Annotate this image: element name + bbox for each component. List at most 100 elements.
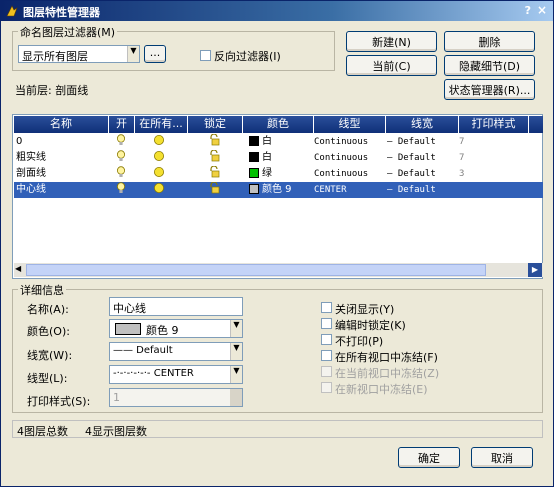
bulb-icon[interactable] xyxy=(116,166,130,182)
sun-icon[interactable] xyxy=(153,182,167,198)
option-checkbox xyxy=(321,382,332,393)
table-row[interactable]: 中心线 颜色 9 CENTER — Default xyxy=(14,182,543,198)
layer-name: 粗实线 xyxy=(16,152,46,163)
lock-icon[interactable] xyxy=(208,182,222,198)
col-header-name[interactable]: 名称 xyxy=(14,116,109,133)
layer-color-label: 颜色 9 xyxy=(262,184,292,195)
chevron-down-icon[interactable]: ▼ xyxy=(230,366,242,383)
filter-group-label: 命名图层过滤器(M) xyxy=(18,24,118,40)
reverse-filter-checkbox[interactable] xyxy=(200,50,211,61)
option-checkbox[interactable] xyxy=(321,334,332,345)
hide-details-button[interactable]: 隐藏细节(D) xyxy=(444,55,535,76)
layer-name: 中心线 xyxy=(16,184,46,195)
linetype-select[interactable]: -·-·-·-·-·- CENTER ▼ xyxy=(109,365,243,384)
layer-lineweight[interactable]: — Default xyxy=(387,166,457,182)
col-header-color[interactable]: 颜色 xyxy=(243,116,314,133)
plotstyle-label: 打印样式(S): xyxy=(27,395,91,408)
scroll-right-icon[interactable]: ▶ xyxy=(528,263,542,277)
details-group-label: 详细信息 xyxy=(18,282,66,298)
color-select[interactable]: 颜色 9 ▼ xyxy=(109,319,243,338)
lineweight-label: 线宽(W): xyxy=(27,349,73,362)
reverse-filter-label: 反向过滤器(I) xyxy=(214,50,281,63)
layer-color[interactable]: 颜色 9 xyxy=(249,182,313,198)
option-label: 不打印(P) xyxy=(335,335,384,348)
col-header-lineweight[interactable]: 线宽 xyxy=(386,116,459,133)
layer-list[interactable]: 名称 开 在所有... 锁定 颜色 线型 线宽 打印样式 0 白 Continuou… xyxy=(12,114,543,279)
table-row[interactable]: 0 白 Continuous — Default 7 xyxy=(14,134,543,150)
col-header-lock[interactable]: 锁定 xyxy=(188,116,243,133)
option-label: 关闭显示(Y) xyxy=(335,303,395,316)
col-header-freeze[interactable]: 在所有... xyxy=(135,116,188,133)
lineweight-select-value: —— Default xyxy=(113,345,173,356)
layer-color-label: 白 xyxy=(262,136,272,147)
col-header-plotstyle[interactable]: 打印样式 xyxy=(459,116,529,133)
lock-icon[interactable] xyxy=(208,166,222,182)
layer-name: 0 xyxy=(16,136,23,147)
chevron-down-icon[interactable]: ▼ xyxy=(127,46,139,62)
plotstyle-field: 1 xyxy=(109,388,243,407)
help-button[interactable]: ? xyxy=(525,4,531,17)
sun-icon[interactable] xyxy=(153,150,167,166)
layer-lineweight[interactable]: — Default xyxy=(387,150,457,166)
name-label: 名称(A): xyxy=(27,303,69,316)
option-checkbox[interactable] xyxy=(321,318,332,329)
ok-button[interactable]: 确定 xyxy=(398,447,460,468)
new-layer-button[interactable]: 新建(N) xyxy=(346,31,437,52)
layer-lineweight[interactable]: — Default xyxy=(387,182,457,198)
scroll-thumb[interactable] xyxy=(26,264,486,276)
filter-select[interactable]: 显示所有图层 ▼ xyxy=(18,45,140,63)
delete-layer-button[interactable]: 删除 xyxy=(444,31,535,52)
bulb-icon[interactable] xyxy=(116,150,130,166)
option-checkbox xyxy=(321,366,332,377)
layer-color[interactable]: 绿 xyxy=(249,166,313,182)
layer-color[interactable]: 白 xyxy=(249,150,313,166)
option-label: 在当前视口中冻结(Z) xyxy=(335,367,440,380)
cancel-button[interactable]: 取消 xyxy=(471,447,533,468)
color-select-value: 颜色 9 xyxy=(146,324,179,337)
layer-properties-dialog: 图层特性管理器 ? × 命名图层过滤器(M) 显示所有图层 ▼ ... 反向过滤… xyxy=(0,0,554,487)
color-swatch xyxy=(249,136,259,146)
table-row[interactable]: 剖面线 绿 Continuous — Default 3 xyxy=(14,166,543,182)
bulb-icon[interactable] xyxy=(116,134,130,150)
sun-icon[interactable] xyxy=(153,134,167,150)
lineweight-select[interactable]: —— Default ▼ xyxy=(109,342,243,361)
chevron-down-icon[interactable]: ▼ xyxy=(230,320,242,337)
layer-color[interactable]: 白 xyxy=(249,134,313,150)
color-swatch xyxy=(115,323,141,335)
col-header-on[interactable]: 开 xyxy=(109,116,135,133)
name-field[interactable]: 中心线 xyxy=(109,297,243,316)
color-swatch xyxy=(249,184,259,194)
filter-browse-button[interactable]: ... xyxy=(144,45,166,63)
layer-plotstyle: 3 xyxy=(459,169,465,179)
scroll-left-icon[interactable]: ◀ xyxy=(15,264,21,273)
close-button[interactable]: × xyxy=(537,3,547,17)
current-layer-label: 当前层: 剖面线 xyxy=(15,84,89,97)
option-checkbox[interactable] xyxy=(321,302,332,313)
lock-icon[interactable] xyxy=(208,150,222,166)
col-header-linetype[interactable]: 线型 xyxy=(314,116,386,133)
state-manager-button[interactable]: 状态管理器(R)... xyxy=(444,79,535,100)
details-group xyxy=(12,289,543,413)
layer-linetype[interactable]: Continuous xyxy=(314,150,386,166)
layer-plotstyle: 7 xyxy=(459,137,465,147)
option-label: 在新视口中冻结(E) xyxy=(335,383,428,396)
color-swatch xyxy=(249,168,259,178)
layer-linetype[interactable]: CENTER xyxy=(314,182,386,198)
horizontal-scrollbar[interactable]: ◀ ▶ xyxy=(14,263,543,277)
sun-icon[interactable] xyxy=(153,166,167,182)
plotstyle-field-value: 1 xyxy=(113,391,120,404)
chevron-down-icon[interactable]: ▼ xyxy=(230,343,242,360)
bulb-icon[interactable] xyxy=(116,182,130,198)
set-current-button[interactable]: 当前(C) xyxy=(346,55,437,76)
layer-color-label: 绿 xyxy=(262,168,272,179)
total-layers: 4图层总数 xyxy=(17,425,68,438)
option-checkbox[interactable] xyxy=(321,350,332,361)
color-swatch xyxy=(249,152,259,162)
layer-lineweight[interactable]: — Default xyxy=(387,134,457,150)
plotstyle-field-button xyxy=(230,389,242,406)
lock-icon[interactable] xyxy=(208,134,222,150)
table-row[interactable]: 粗实线 白 Continuous — Default 7 xyxy=(14,150,543,166)
layer-linetype[interactable]: Continuous xyxy=(314,134,386,150)
layer-linetype[interactable]: Continuous xyxy=(314,166,386,182)
status-bar: 4图层总数 4显示图层数 xyxy=(12,420,543,438)
